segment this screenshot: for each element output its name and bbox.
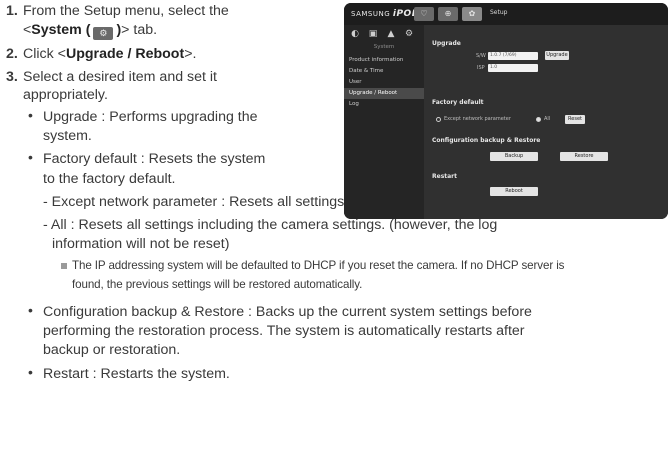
sidebar-heading: System xyxy=(373,44,395,50)
bullet-text: to the factory default. xyxy=(43,171,176,187)
sidebar-item-upgrade-reboot[interactable]: Upgrade / Reboot xyxy=(344,88,424,99)
restore-button[interactable]: Restore xyxy=(560,152,608,161)
upgrade-button[interactable]: Upgrade xyxy=(545,51,569,60)
bullet-text: backup or restoration. xyxy=(43,342,181,358)
sidebar-item-product-information[interactable]: Product information xyxy=(344,55,424,66)
sw-label: S/W xyxy=(476,53,486,59)
except-network-label: Except network parameter xyxy=(444,116,511,122)
event-icon[interactable]: ▲ xyxy=(386,29,396,39)
bullet-text: Configuration backup & Restore : Backs u… xyxy=(43,304,532,320)
sidebar-item-date-time[interactable]: Date & Time xyxy=(344,66,424,77)
sidebar-icon-row: ◐ ▣ ▲ ⚙ xyxy=(344,29,424,43)
system-tab-label: System ( xyxy=(31,22,91,38)
setup-label: Setup xyxy=(490,9,508,16)
bullet-dot: • xyxy=(28,302,33,318)
reboot-button[interactable]: Reboot xyxy=(490,187,538,196)
step-number: 1. xyxy=(6,3,18,19)
sw-version-field: 1.0.7 (7/69) xyxy=(488,52,538,60)
step-text-fragment: Click < xyxy=(23,46,66,62)
sidebar-item-user[interactable]: User xyxy=(344,77,424,88)
setup-screenshot: SAMSUNG iPOLIS ♡ ⊕ ✿ Setup ◐ ▣ ▲ ⚙ Syste… xyxy=(344,3,668,219)
setup-main-panel: Upgrade S/W 1.0.7 (7/69) Upgrade ISP 1.0… xyxy=(424,25,668,219)
note-text: found, the previous settings will be res… xyxy=(72,278,363,291)
backup-button[interactable]: Backup xyxy=(490,152,538,161)
isp-label: ISP xyxy=(477,65,485,71)
except-network-radio[interactable] xyxy=(436,117,441,122)
step-text: appropriately. xyxy=(23,87,108,103)
playback-icon[interactable]: ⊕ xyxy=(438,7,458,21)
reset-button[interactable]: Reset xyxy=(565,115,585,124)
note-text: The IP addressing system will be default… xyxy=(72,259,565,272)
step-text: <System (⚙)> tab. xyxy=(23,21,157,40)
bullet-dot: • xyxy=(28,107,33,123)
bullet-dot: • xyxy=(28,149,33,165)
step-text: Click <Upgrade / Reboot>. xyxy=(23,45,196,64)
live-view-icon[interactable]: ♡ xyxy=(414,7,434,21)
setup-gear-icon[interactable]: ✿ xyxy=(462,7,482,21)
step-number: 3. xyxy=(6,69,18,85)
all-radio[interactable] xyxy=(536,117,541,122)
note-square-icon xyxy=(61,263,67,269)
dash-item: information will not be reset) xyxy=(52,236,230,252)
bullet-dot: • xyxy=(28,364,33,380)
bullet-text: Factory default : Resets the system xyxy=(43,151,266,167)
video-icon[interactable]: ◐ xyxy=(350,29,360,39)
step-text-fragment: >. xyxy=(184,46,197,62)
step-number: 2. xyxy=(6,46,18,62)
top-bar: SAMSUNG iPOLIS ♡ ⊕ ✿ Setup xyxy=(344,3,668,25)
system-icon[interactable]: ⚙ xyxy=(404,29,414,39)
sidebar-item-log[interactable]: Log xyxy=(344,99,424,110)
upgrade-section-title: Upgrade xyxy=(432,40,461,47)
setup-sidebar: ◐ ▣ ▲ ⚙ System Product information Date … xyxy=(344,25,424,219)
isp-version-field: 1.0 xyxy=(488,64,538,72)
step-text: Select a desired item and set it xyxy=(23,69,217,85)
factory-default-section-title: Factory default xyxy=(432,99,484,106)
bullet-text: Restart : Restarts the system. xyxy=(43,366,230,382)
step-text-fragment: > tab. xyxy=(121,22,158,38)
step-text: From the Setup menu, select the xyxy=(23,3,229,19)
network-icon[interactable]: ▣ xyxy=(368,29,378,39)
upgrade-reboot-label: Upgrade / Reboot xyxy=(65,46,185,62)
config-section-title: Configuration backup & Restore xyxy=(432,137,541,144)
system-tab-icon: ⚙ xyxy=(93,27,114,40)
bullet-text: Upgrade : Performs upgrading the xyxy=(43,109,258,125)
restart-section-title: Restart xyxy=(432,173,458,180)
bullet-text: performing the restoration process. The … xyxy=(43,323,525,339)
all-label: All xyxy=(544,116,551,122)
bullet-text: system. xyxy=(43,128,92,144)
